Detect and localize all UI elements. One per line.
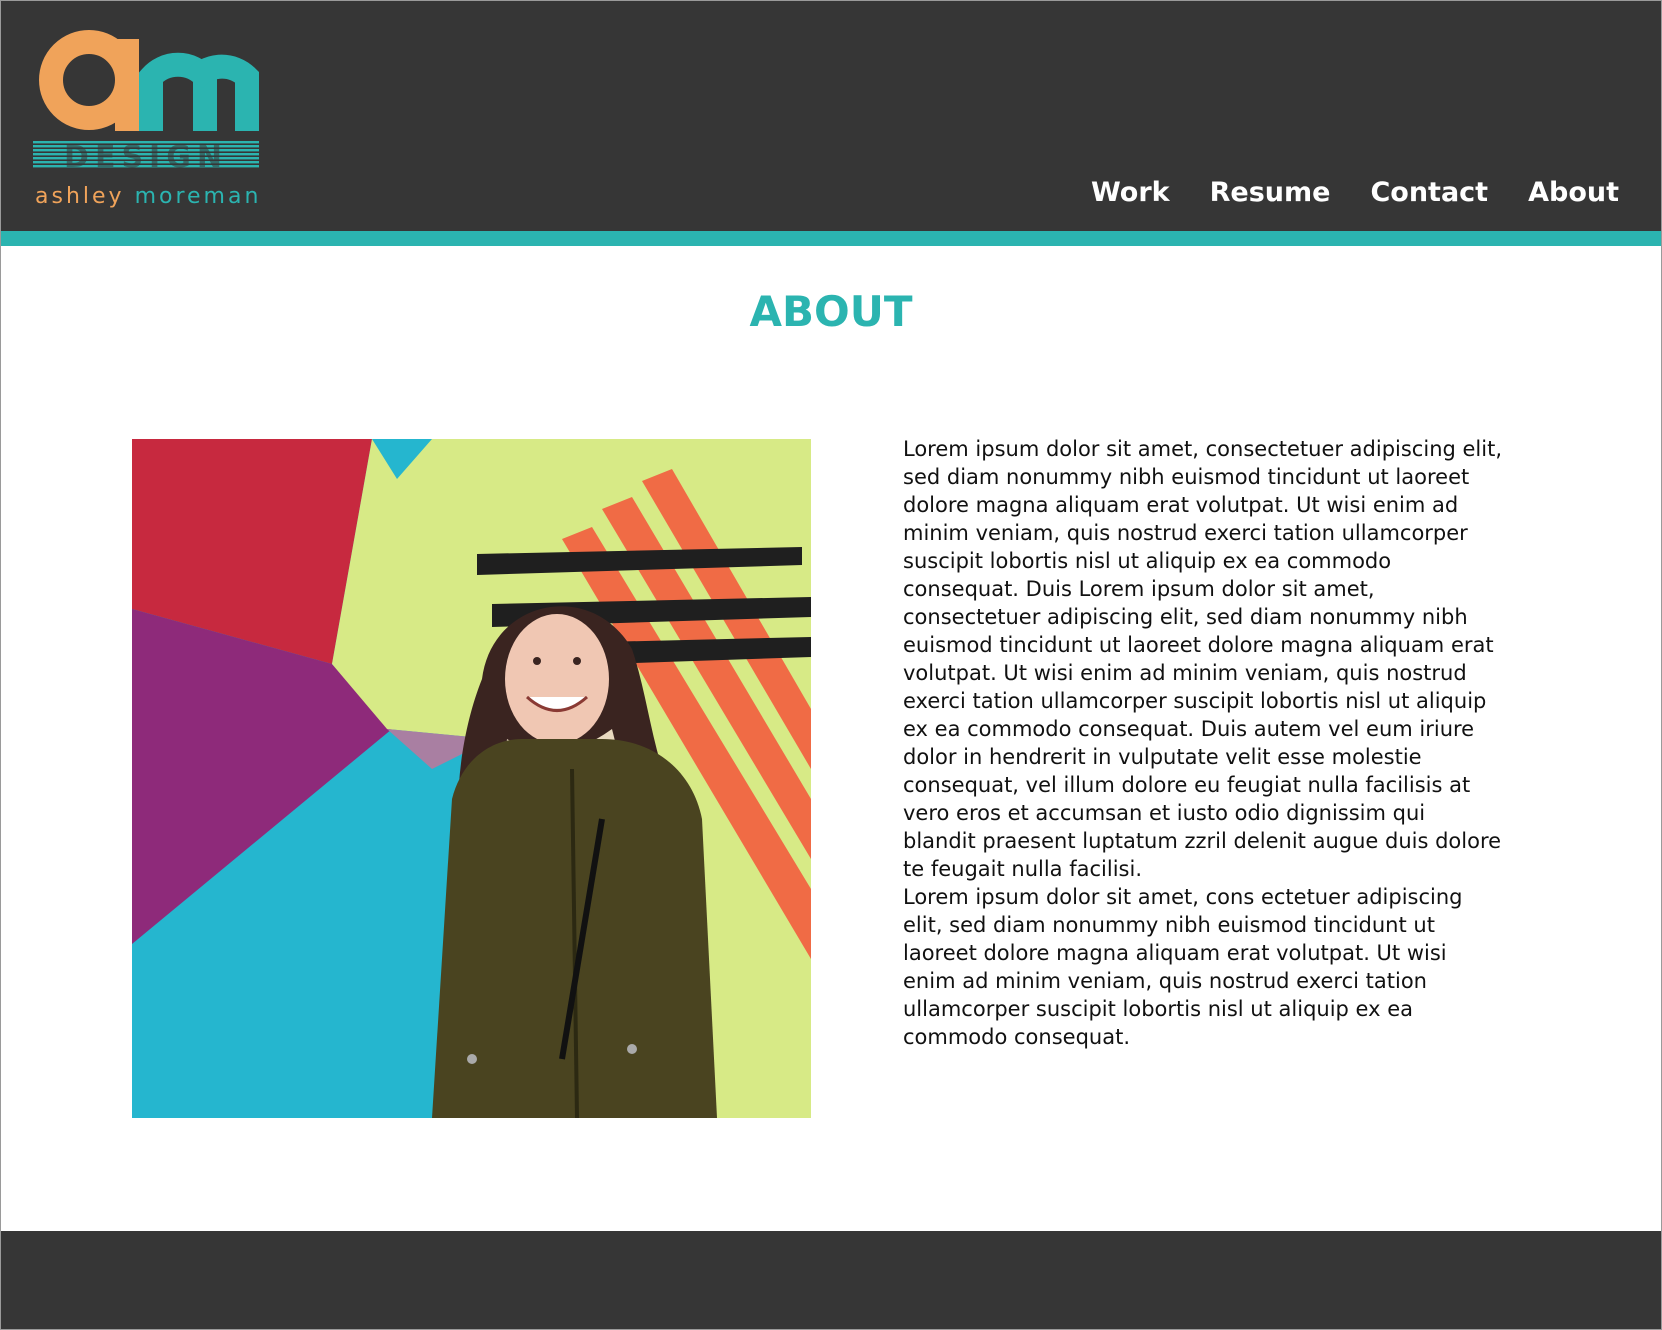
svg-text:DESIGN: DESIGN (64, 140, 228, 175)
header-accent-stripe (1, 231, 1661, 246)
nav-about-link[interactable]: About (1528, 177, 1619, 208)
nav-resume-link[interactable]: Resume (1210, 177, 1331, 208)
nav-contact-link[interactable]: Contact (1370, 177, 1488, 208)
site-footer (1, 1231, 1661, 1329)
logo-last-name: moreman (134, 184, 262, 209)
bio-text: Lorem ipsum dolor sit amet, consectetuer… (903, 435, 1503, 1051)
profile-photo (132, 439, 811, 1118)
am-monogram-icon: DESIGN (33, 30, 259, 175)
page-frame: DESIGN ashley moreman Work Resume Contac… (0, 0, 1662, 1330)
logo-name: ashley moreman (35, 184, 261, 209)
bio-paragraph-2: Lorem ipsum dolor sit amet, cons ectetue… (903, 885, 1463, 1049)
bio-paragraph-1: Lorem ipsum dolor sit amet, consectetuer… (903, 437, 1503, 881)
portrait-image (132, 439, 811, 1118)
main-nav: Work Resume Contact About (1091, 177, 1619, 208)
logo-first-name: ashley (35, 184, 125, 209)
nav-work-link[interactable]: Work (1091, 177, 1170, 208)
page-title: ABOUT (749, 287, 913, 336)
site-logo[interactable]: DESIGN ashley moreman (31, 29, 281, 214)
site-header: DESIGN ashley moreman Work Resume Contac… (1, 1, 1661, 231)
